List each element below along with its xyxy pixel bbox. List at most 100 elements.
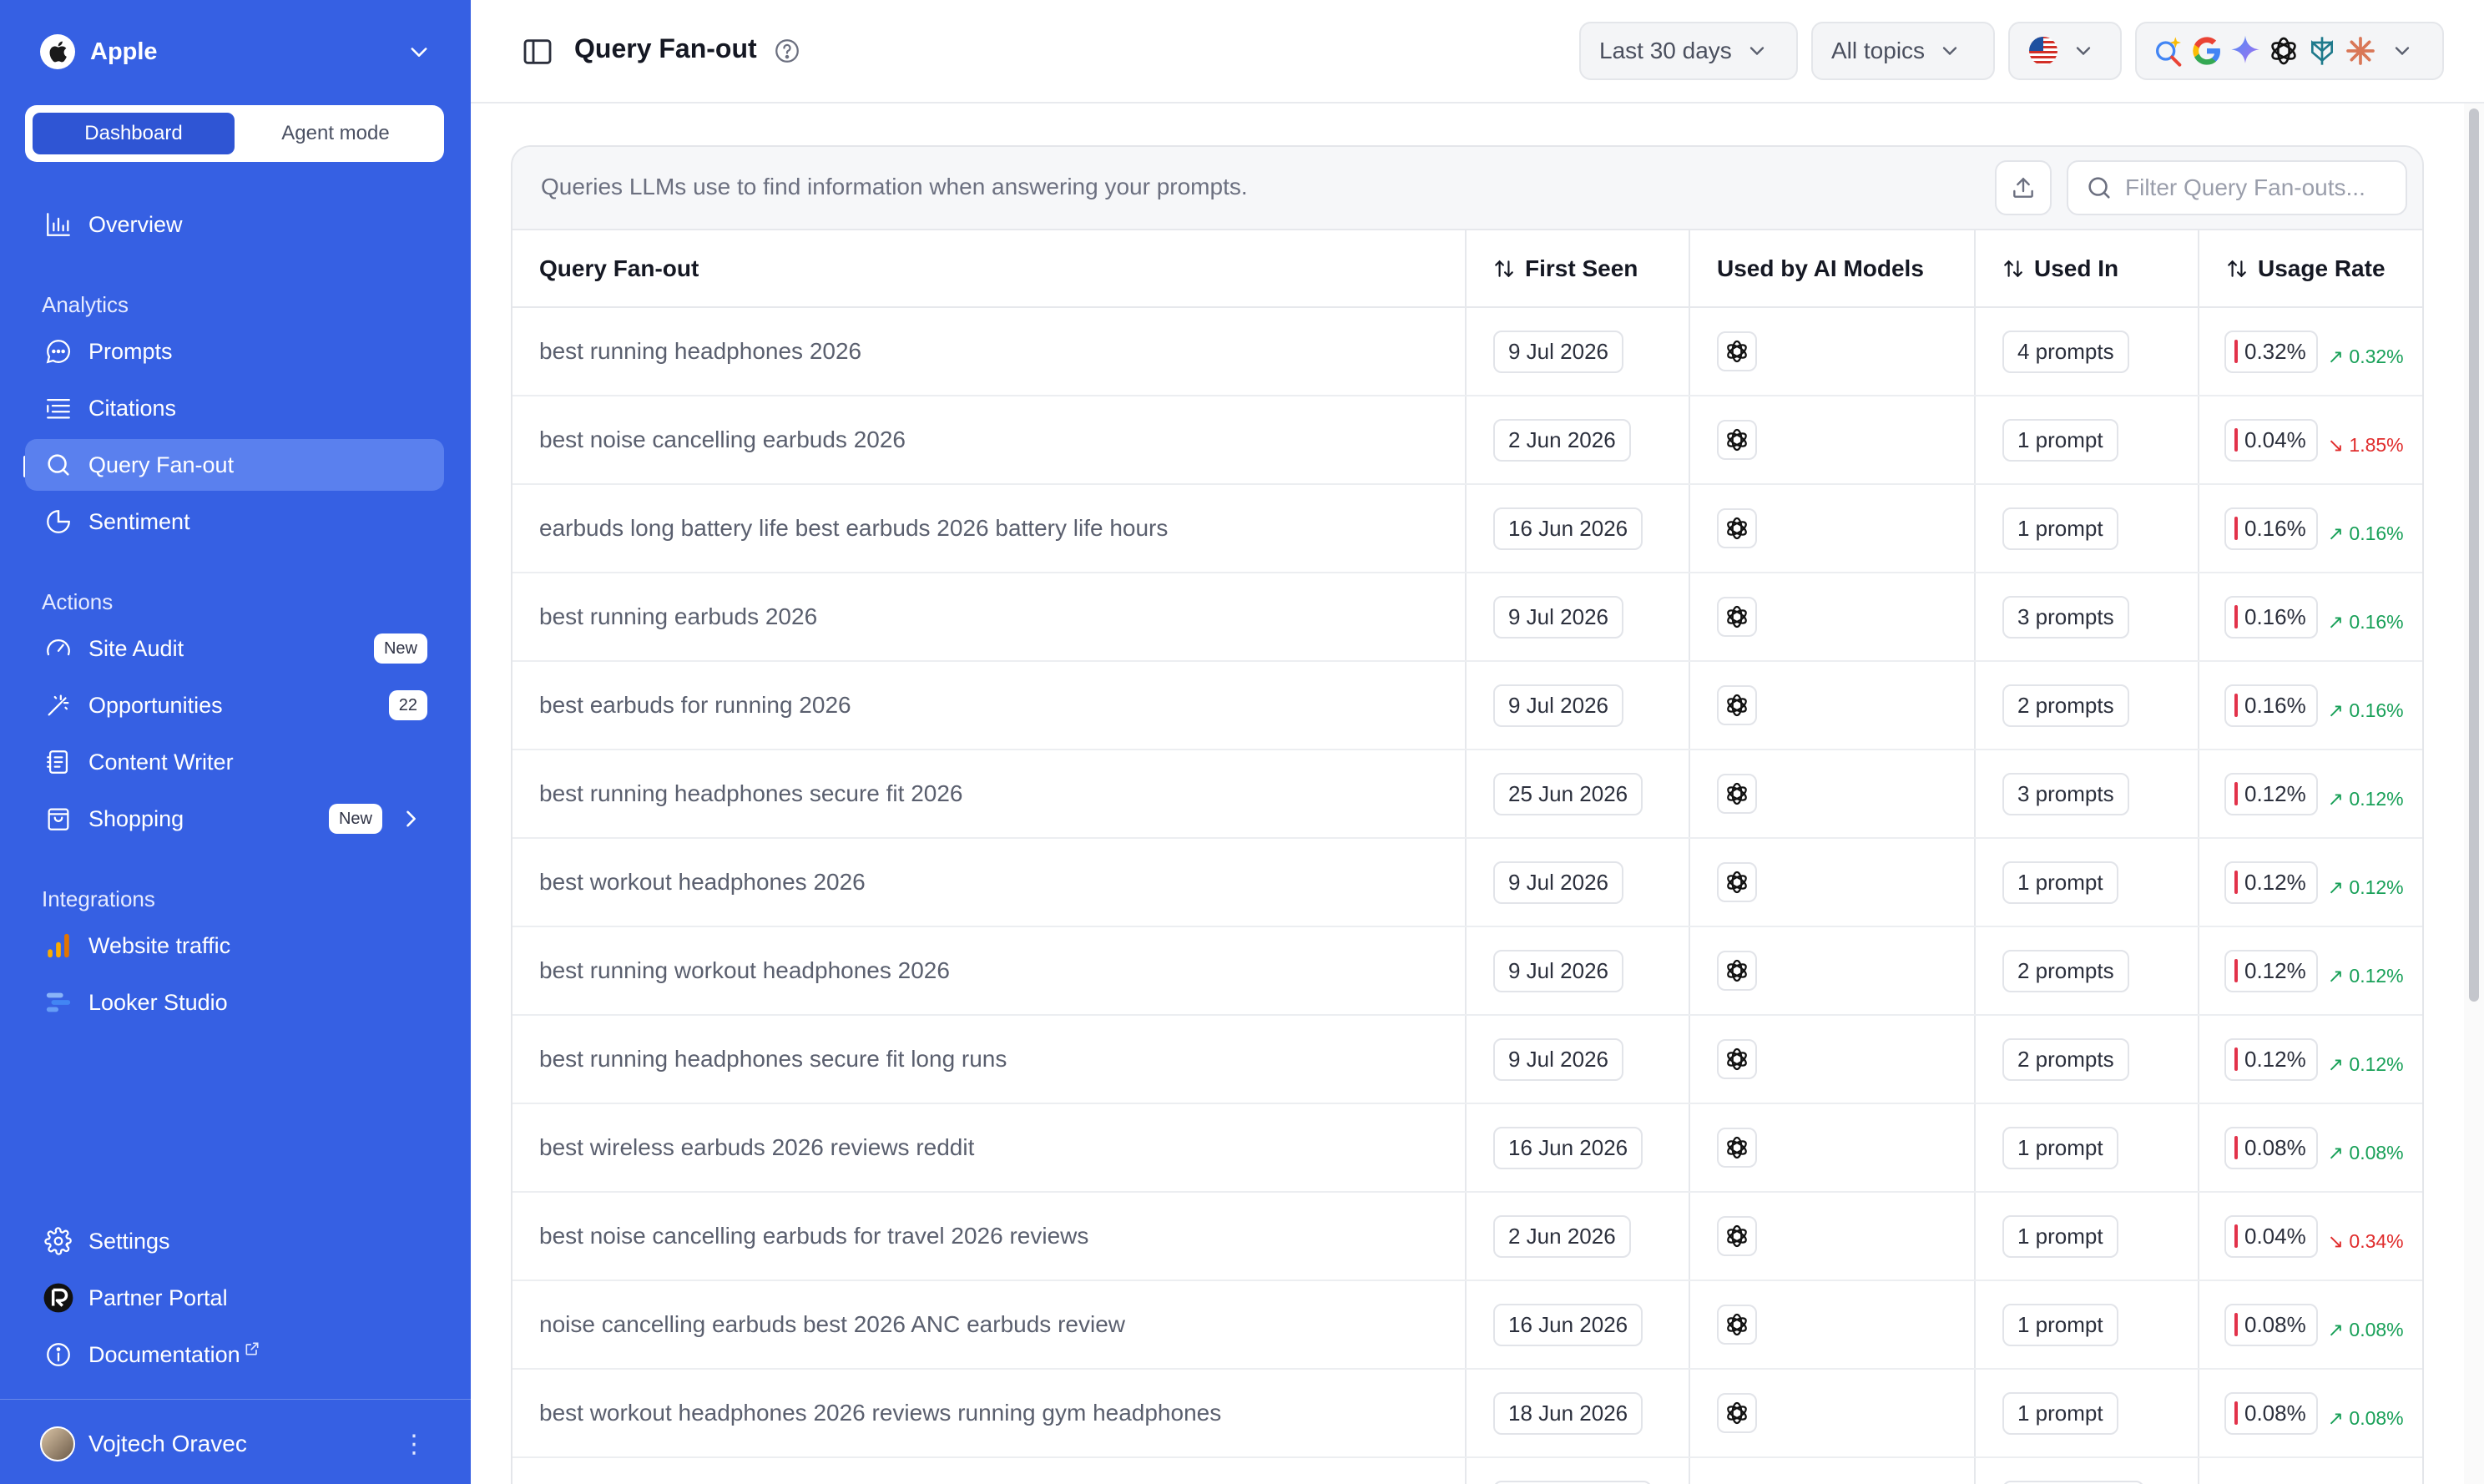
table-body: best running headphones 2026 9 Jul 2026 4 … <box>512 307 2422 1484</box>
export-button[interactable] <box>1995 160 2052 215</box>
sidebar-item-query-fan-out[interactable]: Query Fan-out <box>25 439 444 491</box>
chatgpt-icon <box>1717 1305 1757 1345</box>
usage-rate-cell: 0.16% ↗ 0.16% <box>2199 484 2422 573</box>
chevron-down-icon <box>1749 47 1764 56</box>
usage-rate-chip: 0.08% <box>2224 1303 2318 1346</box>
sidebar-item-overview[interactable]: Overview <box>25 199 444 250</box>
user-menu[interactable]: Vojtech Oravec ⋮ <box>40 1424 431 1464</box>
looker-icon <box>42 986 75 1019</box>
ai-overview-icon <box>2156 37 2182 67</box>
usage-rate-value: 0.12% <box>2244 1046 2306 1072</box>
rate-bar <box>2234 871 2238 894</box>
filter-input[interactable] <box>2125 174 2392 201</box>
trend-delta: ↗ 0.12% <box>2328 788 2404 810</box>
agent-mode-button[interactable]: Agent mode <box>235 113 437 154</box>
column-header-first-seen[interactable]: First Seen <box>1466 230 1690 308</box>
section-actions: Actions <box>42 589 114 614</box>
pie-chart-icon <box>42 505 75 538</box>
more-vertical-icon[interactable]: ⋮ <box>397 1427 431 1461</box>
query-cell <box>512 1457 1467 1484</box>
chatgpt-icon <box>2271 37 2296 65</box>
trend-delta: ↘ 1.85% <box>2328 434 2404 456</box>
usage-rate-cell: 0.12% ↗ 0.12% <box>2199 1015 2422 1104</box>
sidebar-item-label: Prompts <box>88 338 173 364</box>
date-chip: 9 Jul 2026 <box>1493 949 1623 992</box>
column-header-used-in[interactable]: Used In <box>1975 230 2199 308</box>
ai-models-cell <box>1689 1192 1976 1281</box>
sidebar-item-shopping[interactable]: Shopping New <box>25 793 444 845</box>
used-in-chip[interactable]: 1 prompt <box>2002 1214 2118 1258</box>
table-row[interactable]: best workout headphones 2026 reviews run… <box>512 1369 2422 1458</box>
sidebar-item-website-traffic[interactable]: Website traffic <box>25 920 444 972</box>
delta-value: 0.08% <box>2349 1142 2404 1163</box>
sidebar-item-prompts[interactable]: Prompts <box>25 326 444 377</box>
table-row[interactable]: best running workout headphones 2026 9 Ju… <box>512 926 2422 1016</box>
dashboard-mode-button[interactable]: Dashboard <box>33 113 235 154</box>
used-in-chip[interactable]: 1 prompt <box>2002 507 2118 550</box>
table-row[interactable]: best earbuds for running 2026 9 Jul 2026 2… <box>512 661 2422 750</box>
sidebar-item-site-audit[interactable]: Site Audit New <box>25 623 444 674</box>
scrollbar-thumb[interactable] <box>2469 109 2479 1002</box>
new-badge: New <box>328 804 382 834</box>
used-in-chip[interactable]: 1 prompt <box>2002 418 2118 462</box>
workspace-name: Apple <box>90 38 158 65</box>
sidebar-item-label: Documentation <box>88 1341 240 1367</box>
table-row[interactable]: best running headphones secure fit long … <box>512 1015 2422 1104</box>
table-row[interactable]: noise cancelling earbuds best 2026 ANC e… <box>512 1280 2422 1370</box>
usage-rate-chip: 0.08% <box>2224 1126 2318 1169</box>
used-in-chip[interactable]: 4 prompts <box>2002 330 2129 373</box>
sidebar-item-looker-studio[interactable]: Looker Studio <box>25 977 444 1028</box>
used-in-chip[interactable]: 2 prompts <box>2002 949 2129 992</box>
sidebar-item-label: Sentiment <box>88 508 190 534</box>
sidebar-item-documentation[interactable]: Documentation <box>25 1329 444 1381</box>
table-row[interactable]: best noise cancelling earbuds for travel… <box>512 1192 2422 1281</box>
sidebar-item-sentiment[interactable]: Sentiment <box>25 496 444 548</box>
country-select[interactable] <box>2008 22 2122 80</box>
table-row[interactable]: best running headphones 2026 9 Jul 2026 4 … <box>512 307 2422 396</box>
usage-rate-cell: 0.16% ↗ 0.16% <box>2199 661 2422 750</box>
column-header-usage-rate[interactable]: Usage Rate <box>2199 230 2422 308</box>
used-in-chip[interactable]: 1 prompt <box>2002 1126 2118 1169</box>
sidebar-item-content-writer[interactable]: Content Writer <box>25 736 444 788</box>
table-row[interactable]: best noise cancelling earbuds 2026 2 Jun … <box>512 396 2422 485</box>
trend-down-icon: ↘ <box>2327 434 2345 456</box>
used-in-chip[interactable]: 2 prompts <box>2002 1037 2129 1081</box>
usage-rate-cell: 0.08% ↗ 0.08% <box>2199 1103 2422 1193</box>
usage-rate-value: 0.12% <box>2244 869 2306 895</box>
table-row[interactable]: best workout headphones 2026 9 Jul 2026 1 … <box>512 838 2422 927</box>
used-in-chip[interactable]: 1 prompt <box>2002 861 2118 904</box>
help-icon[interactable] <box>773 37 801 65</box>
query-cell: best earbuds for running 2026 <box>512 661 1467 750</box>
ai-models-select[interactable] <box>2135 22 2444 80</box>
query-fanout-table: Query Fan-out First Seen Used by AI Mode… <box>512 230 2422 1484</box>
sidebar-item-settings[interactable]: Settings <box>25 1215 444 1267</box>
chat-bubble-icon <box>42 335 75 368</box>
workspace-switcher[interactable]: Apple <box>40 32 431 72</box>
topics-select[interactable]: All topics <box>1811 22 1995 80</box>
table-row[interactable]: best running earbuds 2026 9 Jul 2026 3 pro… <box>512 573 2422 662</box>
sidebar-item-opportunities[interactable]: Opportunities 22 <box>25 679 444 731</box>
usage-rate-value: 0.04% <box>2244 427 2306 452</box>
sidebar-item-partner-portal[interactable]: Partner Portal <box>25 1272 444 1324</box>
usage-rate-cell: 0.04% ↘ 1.85% <box>2199 396 2422 485</box>
used-in-chip[interactable]: 3 prompts <box>2002 595 2129 639</box>
date-range-select[interactable]: Last 30 days <box>1579 22 1798 80</box>
trend-up-icon: ↗ <box>2327 1407 2345 1429</box>
used-in-chip[interactable]: 2 prompts <box>2002 684 2129 727</box>
us-flag-icon <box>2029 37 2057 65</box>
column-header-query[interactable]: Query Fan-out <box>512 230 1467 308</box>
chatgpt-icon <box>1717 685 1757 725</box>
used-in-chip[interactable]: 1 prompt <box>2002 1303 2118 1346</box>
usage-rate-chip: 0.12% <box>2224 772 2318 815</box>
table-row[interactable]: best running headphones secure fit 2026 2… <box>512 750 2422 839</box>
table-row[interactable] <box>512 1457 2422 1484</box>
table-row[interactable]: best wireless earbuds 2026 reviews reddi… <box>512 1103 2422 1193</box>
sidebar-toggle-icon[interactable] <box>521 35 554 68</box>
filter-search-box[interactable] <box>2067 160 2407 215</box>
used-in-cell: 1 prompt <box>1975 1192 2199 1281</box>
used-in-chip[interactable]: 1 prompt <box>2002 1391 2118 1435</box>
sidebar-item-citations[interactable]: Citations <box>25 382 444 434</box>
used-in-chip[interactable]: 3 prompts <box>2002 772 2129 815</box>
table-row[interactable]: earbuds long battery life best earbuds 2… <box>512 484 2422 573</box>
rate-bar <box>2234 1401 2238 1425</box>
